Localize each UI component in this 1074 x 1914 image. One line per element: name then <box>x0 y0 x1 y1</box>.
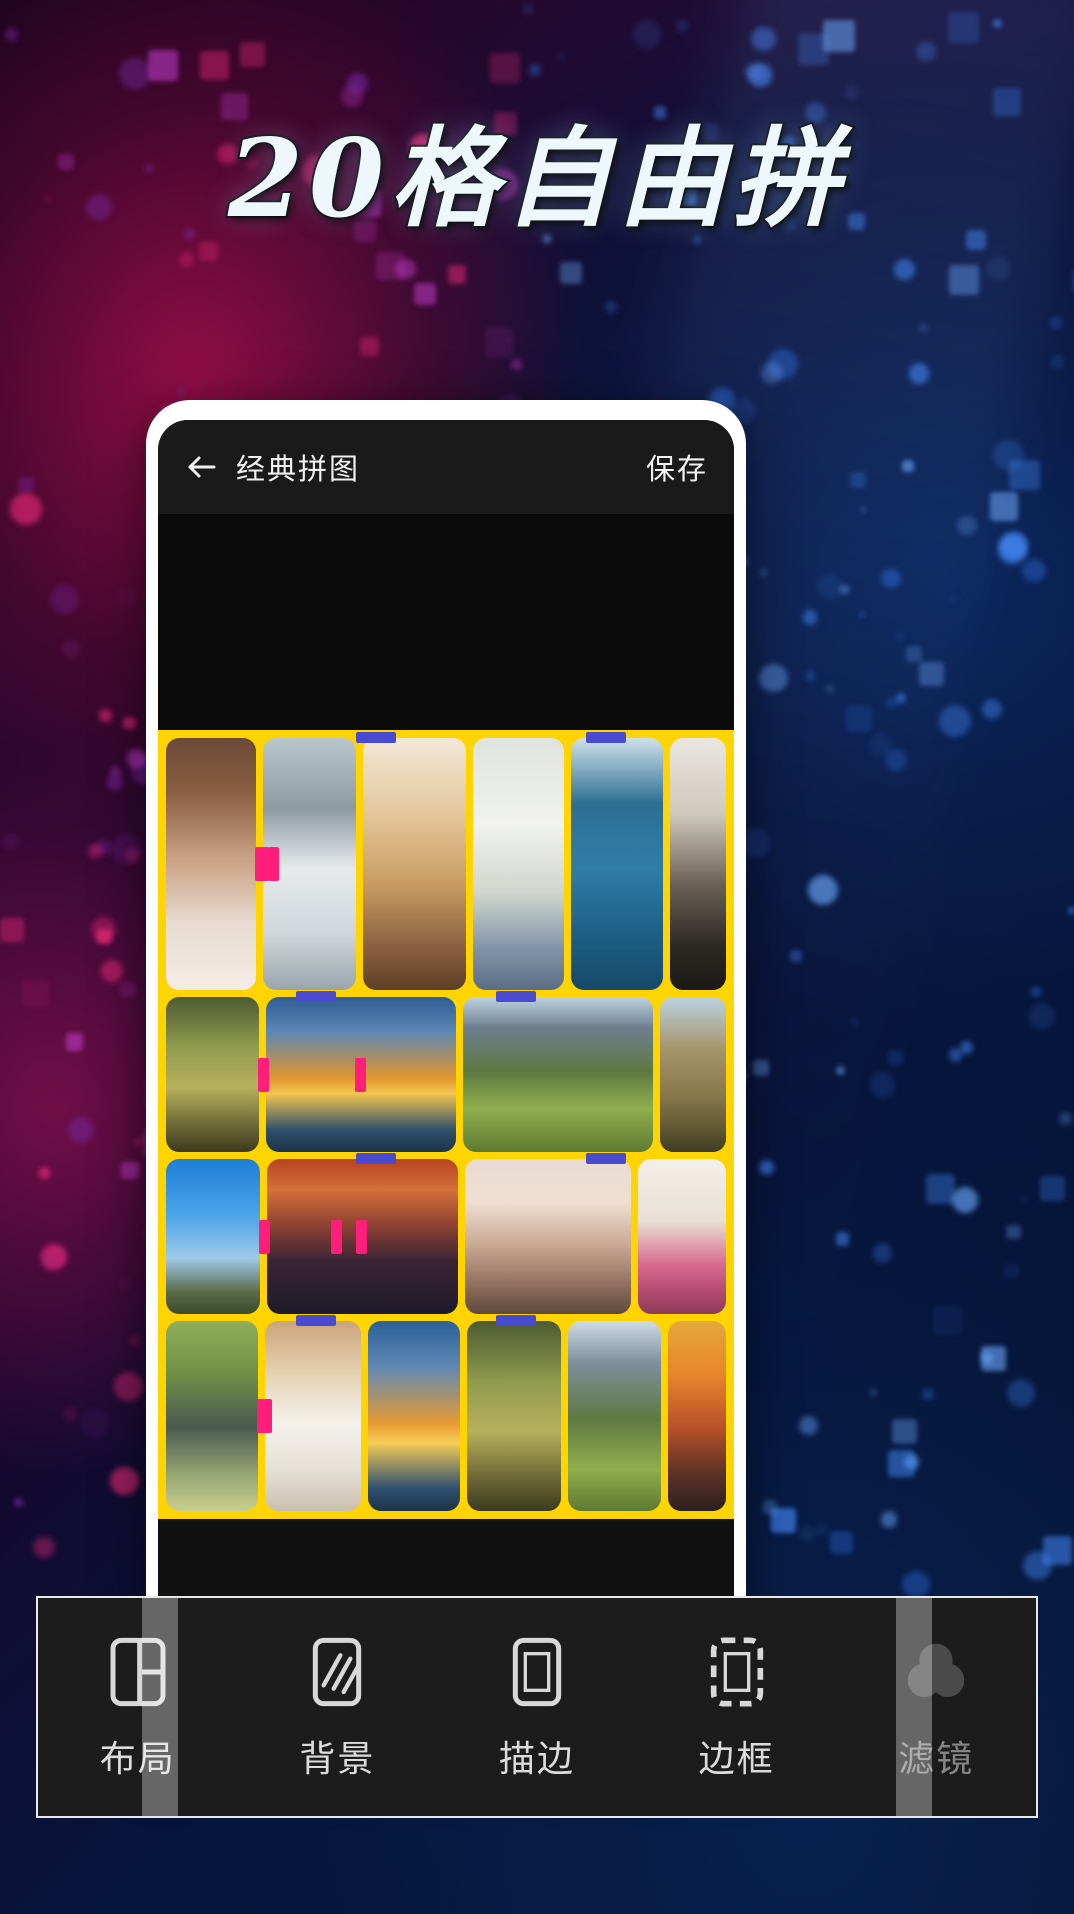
collage-tile[interactable] <box>466 1321 561 1511</box>
save-button[interactable]: 保存 <box>646 446 708 488</box>
collage-tile[interactable] <box>472 738 565 990</box>
collage-resize-handle-vertical[interactable] <box>258 1399 270 1433</box>
collage-resize-handle-horizontal[interactable] <box>586 732 626 743</box>
collage-tile[interactable] <box>463 997 654 1152</box>
collage-resize-handle-horizontal[interactable] <box>356 1153 396 1164</box>
collage-resize-handle-horizontal[interactable] <box>496 991 536 1002</box>
collage-tile[interactable] <box>166 997 260 1152</box>
magnified-toolbar-item-label: 描边 <box>498 1738 575 1779</box>
collage-resize-handle-horizontal[interactable] <box>356 732 396 743</box>
collage-resize-handle-horizontal[interactable] <box>496 1315 536 1326</box>
border-icon <box>697 1632 777 1712</box>
back-arrow-icon[interactable] <box>184 449 220 485</box>
collage-tile[interactable] <box>660 997 726 1152</box>
collage-tile[interactable] <box>166 738 256 990</box>
collage-tile[interactable] <box>571 738 663 990</box>
magnified-toolbar-item-label: 边框 <box>698 1738 775 1779</box>
collage-tile[interactable] <box>465 1159 632 1314</box>
collage-tile[interactable] <box>166 1321 258 1511</box>
collage-row <box>166 732 726 990</box>
magnifier-edge-left <box>142 1598 178 1816</box>
collage-tile[interactable] <box>669 738 726 990</box>
magnified-toolbar-overlay: 布局背景 描边 边框 滤镜 <box>36 1596 1038 1818</box>
collage-tile[interactable] <box>367 1321 460 1511</box>
collage-tile[interactable] <box>363 738 466 990</box>
magnifier-edge-right <box>896 1598 932 1816</box>
collage-resize-handle-vertical[interactable] <box>267 847 279 881</box>
collage-resize-handle-vertical[interactable] <box>258 1057 270 1092</box>
collage-grid[interactable] <box>158 730 734 1519</box>
background-icon <box>297 1632 377 1712</box>
canvas-preview-area[interactable] <box>158 514 734 730</box>
magnified-toolbar-item-label: 背景 <box>299 1738 376 1779</box>
magnified-toolbar-item-filter[interactable]: 滤镜 <box>836 1598 1036 1816</box>
collage-resize-handle-vertical[interactable] <box>256 847 268 881</box>
collage-resize-handle-vertical[interactable] <box>330 1219 342 1254</box>
collage-tile[interactable] <box>166 1159 260 1314</box>
collage-resize-handle-vertical[interactable] <box>258 1219 270 1254</box>
collage-resize-handle-vertical[interactable] <box>355 1057 366 1092</box>
magnified-toolbar-item-layout[interactable]: 布局 <box>38 1598 238 1816</box>
collage-resize-handle-horizontal[interactable] <box>586 1153 626 1164</box>
promo-headline: 20格自由拼 <box>226 114 847 244</box>
collage-resize-handle-horizontal[interactable] <box>296 1315 336 1326</box>
collage-resize-handle-vertical[interactable] <box>356 1219 368 1254</box>
collage-row <box>166 1153 726 1314</box>
phone-screen: 经典拼图 保存 布局背景描边边框滤镜 <box>158 420 734 1760</box>
page-title: 经典拼图 <box>236 454 361 486</box>
collage-tile[interactable] <box>264 1321 361 1511</box>
collage-resize-handle-horizontal[interactable] <box>296 991 336 1002</box>
magnified-toolbar-item-border[interactable]: 边框 <box>637 1598 837 1816</box>
app-header: 经典拼图 保存 <box>158 420 734 514</box>
collage-tile[interactable] <box>567 1321 662 1511</box>
phone-mockup: 经典拼图 保存 布局背景描边边框滤镜 <box>146 400 746 1760</box>
magnified-toolbar-item-background[interactable]: 背景 <box>238 1598 438 1816</box>
magnified-toolbar-item-stroke[interactable]: 描边 <box>437 1598 637 1816</box>
stroke-icon <box>497 1632 577 1712</box>
collage-row <box>166 991 726 1152</box>
collage-tile[interactable] <box>668 1321 726 1511</box>
collage-row <box>166 1315 726 1511</box>
collage-tile[interactable] <box>638 1159 726 1314</box>
